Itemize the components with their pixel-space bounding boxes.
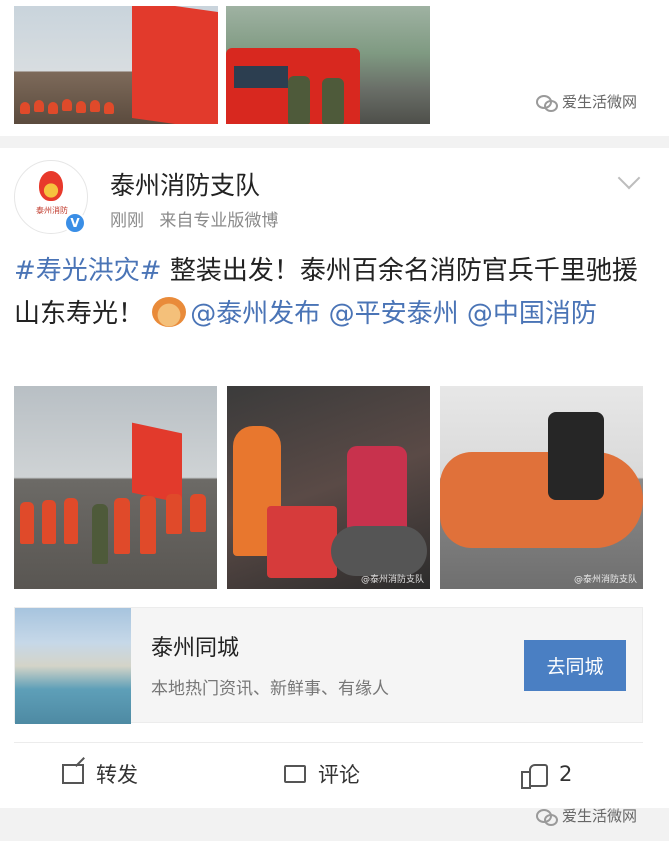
truck-windshield — [234, 66, 288, 88]
fire-emblem-icon — [39, 171, 63, 201]
post-time: 刚刚 — [110, 211, 144, 231]
salute-emoji-icon — [152, 297, 187, 327]
like-button[interactable]: 2 — [521, 756, 572, 792]
comment-button[interactable]: 评论 — [284, 756, 360, 792]
crowd-person — [34, 100, 44, 112]
like-count: 2 — [559, 762, 573, 786]
outboard-motor — [548, 412, 604, 500]
verified-badge-icon: V — [64, 212, 86, 234]
inflatable-boat — [440, 452, 643, 548]
thumbs-up-icon — [521, 762, 548, 789]
promo-title: 泰州同城 — [151, 636, 240, 661]
crowd-person — [62, 99, 72, 111]
topic-link[interactable]: #寿光洪灾# — [14, 256, 162, 286]
promo-subtitle: 本地热门资讯、新鲜事、有缘人 — [151, 679, 389, 699]
comment-label: 评论 — [318, 763, 360, 787]
crowd-person — [76, 101, 86, 113]
author-name[interactable]: 泰州消防支队 — [110, 166, 260, 202]
watermark-text: 爱生活微网 — [562, 807, 638, 825]
hose — [331, 526, 427, 576]
equipment — [347, 446, 407, 536]
go-city-button[interactable]: 去同城 — [524, 640, 626, 691]
previous-photo-flag[interactable] — [14, 6, 218, 124]
firefighter — [64, 498, 78, 544]
city-promo-card[interactable]: 泰州同城 本地热门资讯、新鲜事、有缘人 去同城 — [14, 607, 643, 724]
firefighter — [140, 496, 156, 554]
wechat-logo-icon — [536, 94, 558, 112]
post-photo-boat[interactable]: @泰州消防支队 — [440, 386, 643, 589]
photo-watermark: @泰州消防支队 — [360, 575, 424, 585]
red-flag — [132, 6, 218, 124]
share-icon — [62, 764, 84, 784]
crowd-person — [90, 100, 100, 112]
firefighter — [166, 494, 182, 534]
photo-watermark: @泰州消防支队 — [573, 575, 637, 585]
city-thumbnail — [15, 608, 131, 724]
equipment — [267, 506, 337, 578]
crowd-person — [20, 102, 30, 114]
comment-icon — [284, 759, 306, 783]
share-label: 转发 — [96, 763, 138, 787]
mention-link[interactable]: @中国消防 — [467, 299, 597, 329]
firefighter — [114, 498, 130, 554]
watermark: 爱生活微网 — [536, 805, 637, 826]
bottom-band: 爱生活微网 — [0, 805, 669, 841]
wechat-logo-icon — [536, 808, 558, 826]
action-divider — [14, 742, 643, 743]
post-source: 来自专业版微博 — [159, 211, 279, 231]
firefighter — [42, 500, 56, 544]
soldier — [288, 76, 310, 124]
previous-post-strip: 爱生活微网 — [0, 0, 669, 136]
mention-link[interactable]: @泰州发布 — [190, 299, 320, 329]
previous-photo-truck[interactable] — [226, 6, 430, 124]
crowd-person — [48, 102, 58, 114]
mention-link[interactable]: @平安泰州 — [329, 299, 459, 329]
watermark: 爱生活微网 — [536, 91, 637, 112]
red-flag — [132, 422, 182, 504]
firefighter — [190, 494, 206, 532]
post-photo-equipment[interactable]: @泰州消防支队 — [227, 386, 430, 589]
share-button[interactable]: 转发 — [62, 756, 138, 792]
post-photo-formation[interactable] — [14, 386, 217, 589]
firefighter — [20, 502, 34, 544]
soldier — [322, 78, 344, 124]
crowd-person — [104, 102, 114, 114]
post-meta: 刚刚 来自专业版微博 — [110, 206, 278, 231]
watermark-text: 爱生活微网 — [562, 93, 638, 111]
soldier — [92, 504, 108, 564]
post-body: #寿光洪灾# 整装出发！泰州百余名消防官兵千里驰援山东寿光！ @泰州发布 @平安… — [14, 250, 654, 336]
